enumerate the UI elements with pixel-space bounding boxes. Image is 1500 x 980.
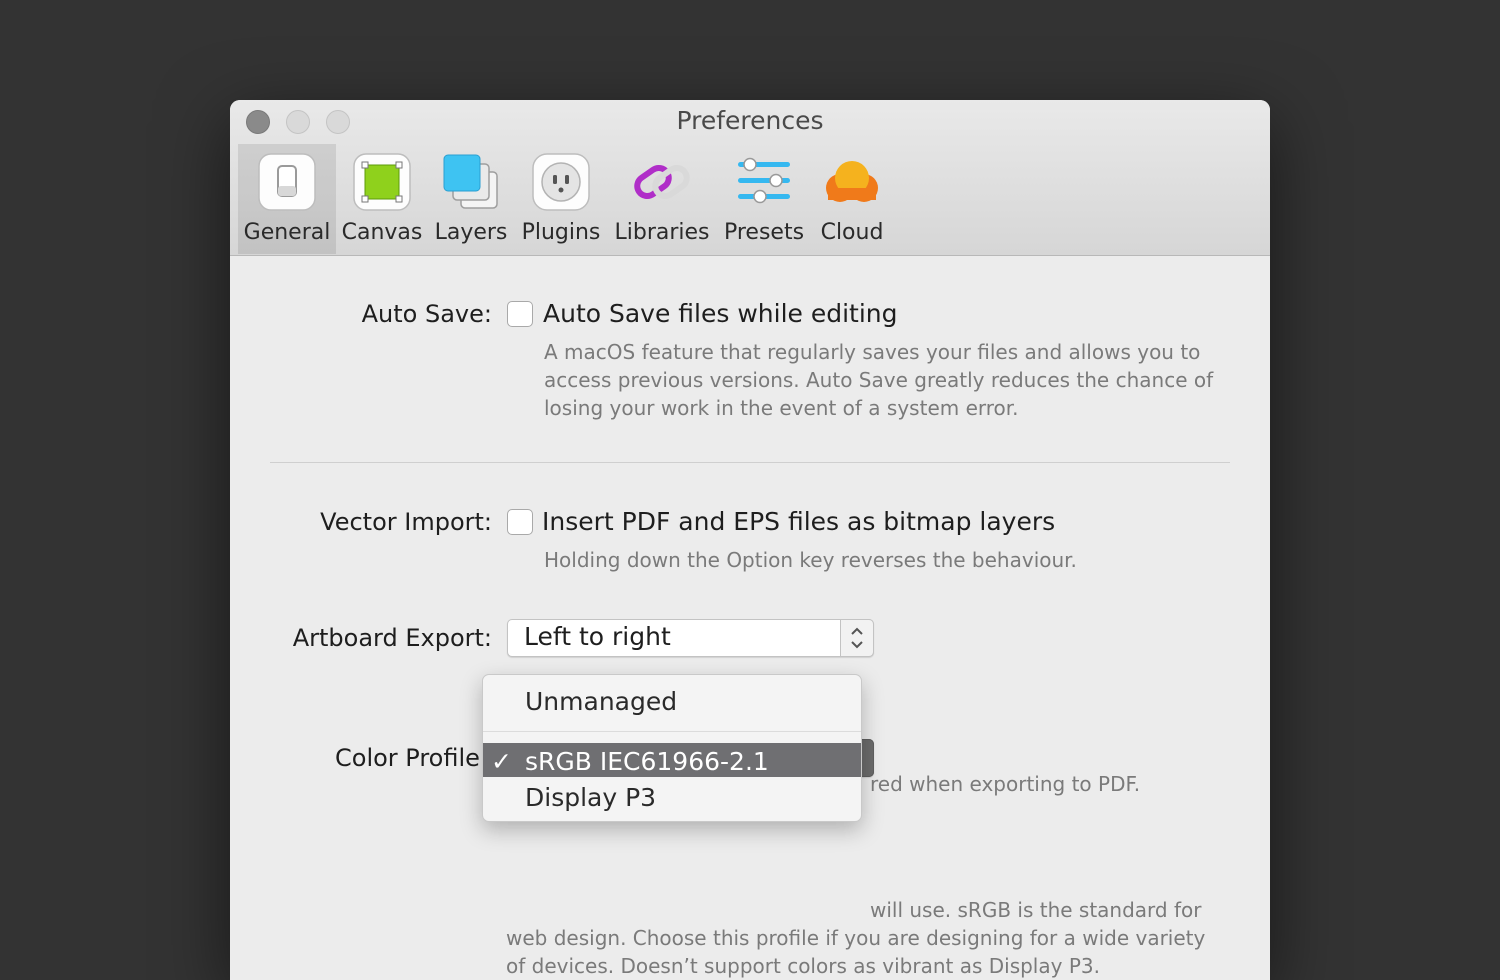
menu-item-label: Display P3 [525,783,657,812]
general-switch-icon [258,153,316,211]
auto-save-checkbox[interactable] [507,301,533,327]
artboard-export-popup[interactable]: Left to right [507,619,874,657]
color-profile-menu: Unmanaged ✓ sRGB IEC61966-2.1 Display P3 [482,674,862,822]
link-chain-icon [634,164,690,200]
tab-label: Canvas [341,220,423,245]
color-profile-help-line1: will use. sRGB is the standard for [870,898,1202,922]
up-down-chevron-icon [851,627,863,649]
cloud-icon [826,161,878,202]
menu-item-srgb[interactable]: ✓ sRGB IEC61966-2.1 [483,743,861,777]
menu-item-display-p3[interactable]: Display P3 [483,779,861,813]
tab-presets[interactable]: Presets [716,144,812,254]
window-title: Preferences [676,106,824,135]
color-profile-label: Color Profile [335,744,480,772]
auto-save-help: A macOS feature that regularly saves you… [544,340,1214,420]
color-profile-help: web design. Choose this profile if you a… [506,926,1206,978]
tab-libraries[interactable]: Libraries [608,144,716,254]
menu-item-label: sRGB IEC61966-2.1 [525,747,769,776]
artboard-export-help: red when exporting to PDF. [870,772,1141,796]
layers-icon [443,154,498,209]
tab-general[interactable]: General [238,144,336,254]
vector-import-checkbox[interactable] [507,509,533,535]
menu-separator [483,731,861,732]
general-preferences-pane: Auto Save: Auto Save files while editing… [230,256,1270,980]
checkmark-icon: ✓ [491,747,512,776]
tab-plugins[interactable]: Plugins [514,144,608,254]
preferences-window: Preferences General Canvas Layers Plugin… [230,100,1270,980]
artboard-export-label: Artboard Export: [292,624,492,652]
artboard-export-value: Left to right [524,622,671,651]
canvas-icon [353,153,411,211]
tab-label: General [243,220,331,245]
auto-save-option-text: Auto Save files while editing [543,299,898,328]
vector-import-option-text: Insert PDF and EPS files as bitmap layer… [542,507,1056,536]
tab-label: Libraries [614,220,710,245]
popup-stepper [840,619,874,657]
tab-label: Presets [723,220,805,245]
tab-label: Plugins [521,220,601,245]
tab-label: Cloud [820,220,884,245]
tab-canvas[interactable]: Canvas [336,144,428,254]
section-divider [270,462,1230,463]
vector-import-label: Vector Import: [320,508,492,536]
tab-label: Layers [434,220,508,245]
tab-cloud[interactable]: Cloud [812,144,892,254]
vector-import-help: Holding down the Option key reverses the… [544,548,1077,572]
menu-item-label: Unmanaged [525,687,678,716]
auto-save-label: Auto Save: [361,300,492,328]
menu-item-unmanaged[interactable]: Unmanaged [483,683,861,717]
tab-layers[interactable]: Layers [428,144,514,254]
sliders-icon [738,157,790,204]
titlebar: Preferences General Canvas Layers Plugin… [230,100,1270,256]
power-outlet-icon [532,153,590,211]
